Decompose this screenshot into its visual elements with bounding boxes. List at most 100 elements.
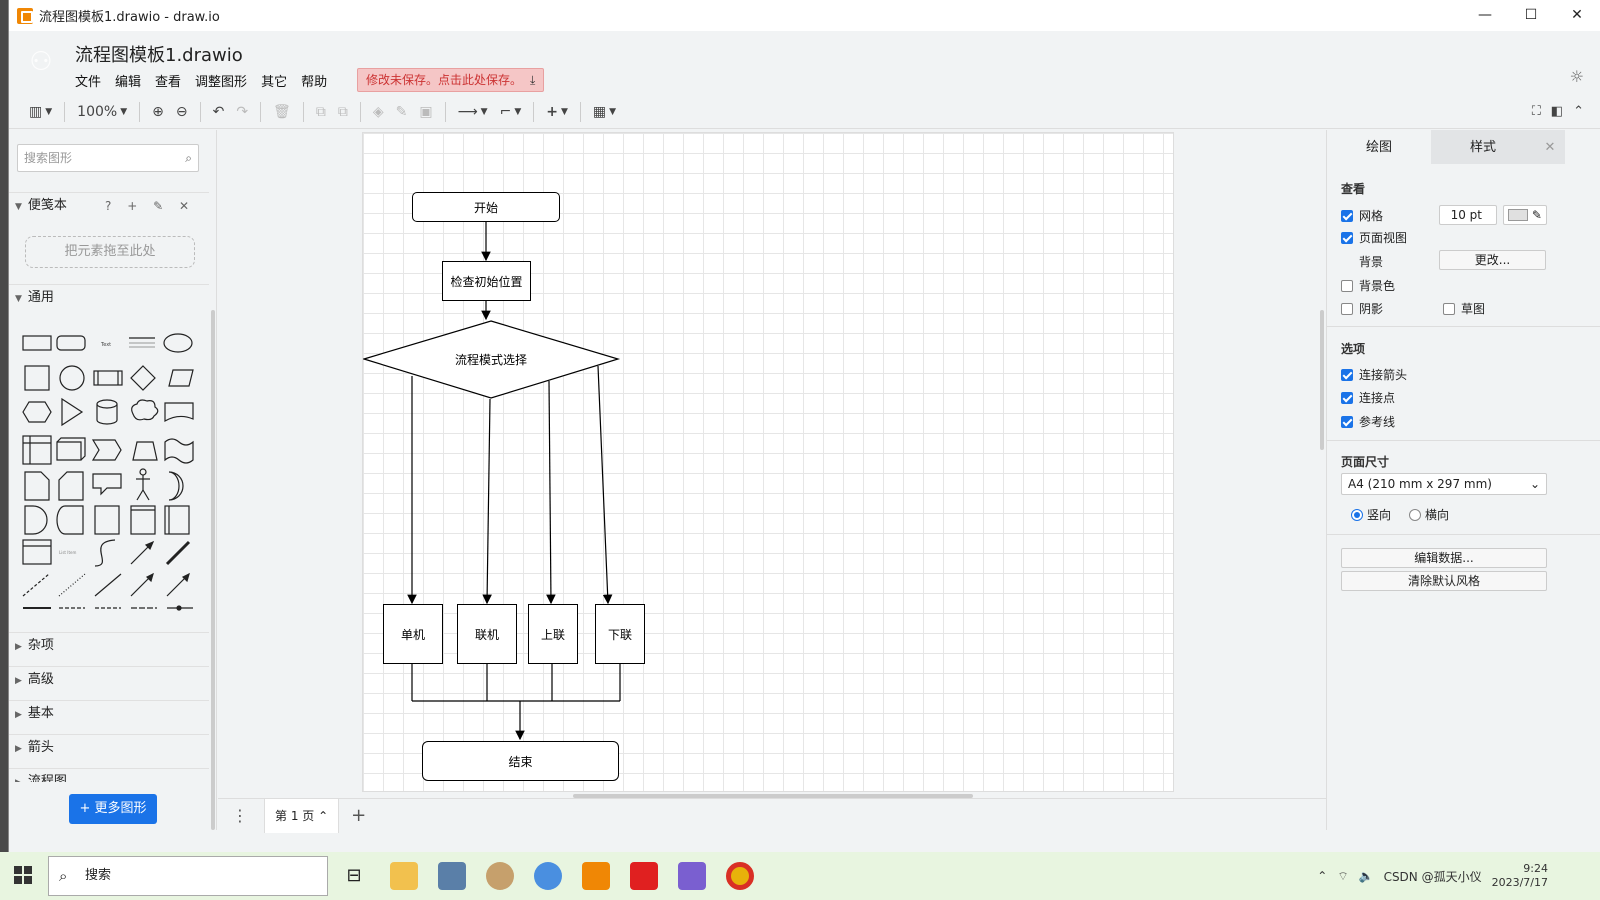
edit-data-button[interactable]: 编辑数据... xyxy=(1341,548,1547,568)
scratchpad-dropzone[interactable]: 把元素拖至此处 xyxy=(25,236,195,268)
table-icon[interactable]: ▦ ▼ xyxy=(593,104,616,120)
page-tab-1[interactable]: 第 1 页 ⌃ xyxy=(264,798,340,833)
general-section[interactable]: ▼ 通用 xyxy=(9,284,209,310)
menu-arrange[interactable]: 调整图形 xyxy=(195,71,247,90)
taskbar-search-input[interactable]: ⌕ 搜索 xyxy=(48,856,328,896)
start-node[interactable]: 开始 xyxy=(412,192,560,222)
clear-default-style-button[interactable]: 清除默认风格 xyxy=(1341,571,1547,591)
decision-label[interactable]: 流程模式选择 xyxy=(423,345,559,373)
connection-icon[interactable]: ⟶ ▼ xyxy=(458,104,488,120)
collapse-icon[interactable]: ⌃ xyxy=(1573,104,1584,119)
connect-arrows-checkbox[interactable]: 连接箭头 xyxy=(1341,366,1407,383)
redo-icon[interactable]: ↷ xyxy=(236,104,248,120)
shadow-icon[interactable]: ▣ xyxy=(419,104,432,120)
fill-color-icon[interactable]: ◈ xyxy=(373,104,384,120)
page-size-select[interactable]: A4 (210 mm x 297 mm) ⌄ xyxy=(1341,473,1547,495)
shape-palette[interactable]: Text List Item xyxy=(19,326,209,616)
end-node[interactable]: 结束 xyxy=(422,741,619,781)
downstream-node[interactable]: 下联 xyxy=(595,604,645,664)
bg-color-checkbox[interactable]: 背景色 xyxy=(1341,277,1395,294)
menu-view[interactable]: 查看 xyxy=(155,71,181,90)
shape-search-input[interactable]: 搜索图形 ⌕ xyxy=(17,144,199,172)
pages-menu-icon[interactable]: ⋮ xyxy=(232,806,248,825)
chrome-icon[interactable] xyxy=(726,862,754,890)
tab-diagram[interactable]: 绘图 xyxy=(1327,130,1431,164)
paint-icon[interactable] xyxy=(486,862,514,890)
diagram-canvas[interactable]: 开始 检查初始位置 流程模式选择 单机 联机 上联 下联 结束 xyxy=(218,130,1326,798)
edge-to-online xyxy=(482,398,492,605)
windows-start-icon[interactable] xyxy=(14,866,32,884)
misc-section[interactable]: ▶ 杂项 xyxy=(9,632,209,658)
unsaved-changes-button[interactable]: 修改未保存。点击此处保存。 ⤓ xyxy=(357,68,545,92)
menu-extras[interactable]: 其它 xyxy=(261,71,287,90)
background-label: 背景 xyxy=(1359,255,1384,269)
to-front-icon[interactable]: ⧉ xyxy=(316,104,326,120)
tab-style[interactable]: 样式 xyxy=(1431,130,1535,164)
online-node[interactable]: 联机 xyxy=(457,604,517,664)
menu-file[interactable]: 文件 xyxy=(75,71,101,90)
calculator-icon[interactable] xyxy=(438,862,466,890)
undo-icon[interactable]: ↶ xyxy=(213,104,225,120)
more-shapes-button[interactable]: + 更多图形 xyxy=(69,794,157,824)
add-page-icon[interactable]: + xyxy=(351,805,366,826)
upstream-node[interactable]: 上联 xyxy=(528,604,578,664)
theme-toggle-icon[interactable]: ☼ xyxy=(1570,67,1584,86)
check-position-node[interactable]: 检查初始位置 xyxy=(442,261,531,301)
zoom-out-icon[interactable]: ⊖ xyxy=(176,104,188,120)
tray-overflow-icon[interactable]: ⌃ xyxy=(1317,869,1327,883)
minimize-button[interactable]: — xyxy=(1462,0,1508,31)
diagram-page[interactable]: 开始 检查初始位置 流程模式选择 单机 联机 上联 下联 结束 xyxy=(362,132,1174,792)
waypoints-icon[interactable]: ⌐ ▼ xyxy=(500,104,522,120)
shape-sidebar: 搜索图形 ⌕ ▼ 便笺本? + ✎ ✕ 把元素拖至此处 ▼ 通用 Text Li… xyxy=(9,130,217,830)
guides-label: 参考线 xyxy=(1359,415,1396,429)
volume-icon[interactable]: 🔈 xyxy=(1359,869,1374,883)
sketch-checkbox[interactable]: 草图 xyxy=(1443,300,1485,317)
canvas-v-scrollbar[interactable] xyxy=(1320,310,1324,450)
window-title: 流程图模板1.drawio - draw.io xyxy=(39,10,220,25)
callout-shape xyxy=(92,473,122,496)
photos-icon[interactable] xyxy=(678,862,706,890)
maximize-button[interactable]: ☐ xyxy=(1508,0,1554,31)
page-size-value: A4 (210 mm x 297 mm) xyxy=(1348,477,1492,491)
connect-points-checkbox[interactable]: 连接点 xyxy=(1341,389,1395,406)
zoom-select[interactable]: 100% ▼ xyxy=(77,104,127,120)
grid-size-input[interactable]: 10 pt xyxy=(1439,205,1497,225)
grid-color-button[interactable]: ✎ xyxy=(1503,205,1547,225)
view-panels-button[interactable]: ▥ ▼ xyxy=(29,104,52,120)
menu-help[interactable]: 帮助 xyxy=(301,71,327,90)
format-panel-icon[interactable]: ◧ xyxy=(1551,104,1563,119)
app-icon[interactable] xyxy=(534,862,562,890)
file-name[interactable]: 流程图模板1.drawio xyxy=(75,41,243,67)
sidebar-scrollbar[interactable] xyxy=(211,310,215,830)
insert-icon[interactable]: + ▼ xyxy=(546,104,568,120)
portrait-radio[interactable]: 竖向 xyxy=(1351,506,1391,523)
file-explorer-icon[interactable] xyxy=(390,862,418,890)
delete-icon[interactable]: 🗑 xyxy=(273,104,291,120)
flowchart-section[interactable]: ▶流程图 xyxy=(9,768,209,782)
line-color-icon[interactable]: ✎ xyxy=(396,104,408,120)
close-panel-icon[interactable]: ✕ xyxy=(1535,130,1565,164)
landscape-radio[interactable]: 横向 xyxy=(1409,506,1449,523)
wps-icon[interactable] xyxy=(630,862,658,890)
clock[interactable]: 9:24 2023/7/17 xyxy=(1492,862,1548,890)
to-back-icon[interactable]: ⧉ xyxy=(338,104,348,120)
guides-checkbox[interactable]: 参考线 xyxy=(1341,413,1395,430)
drawio-taskbar-icon[interactable] xyxy=(582,862,610,890)
fullscreen-icon[interactable]: ⛶ xyxy=(1532,104,1541,119)
network-icon[interactable]: ⌔ xyxy=(1337,869,1348,884)
menu-edit[interactable]: 编辑 xyxy=(115,71,141,90)
grid-checkbox[interactable]: 网格 xyxy=(1341,207,1383,224)
task-view-icon[interactable]: ⊟ xyxy=(340,862,368,890)
standalone-node[interactable]: 单机 xyxy=(383,604,443,664)
arrows-section[interactable]: ▶ 箭头 xyxy=(9,734,209,760)
basic-section[interactable]: ▶ 基本 xyxy=(9,700,209,726)
close-button[interactable]: ✕ xyxy=(1554,0,1600,31)
advanced-section[interactable]: ▶ 高级 xyxy=(9,666,209,692)
zoom-in-icon[interactable]: ⊕ xyxy=(152,104,164,120)
page-view-checkbox[interactable]: 页面视图 xyxy=(1341,229,1407,246)
scratchpad-tools[interactable]: ? + ✎ ✕ xyxy=(105,193,195,219)
change-background-button[interactable]: 更改... xyxy=(1439,250,1546,270)
scratchpad-section[interactable]: ▼ 便笺本? + ✎ ✕ xyxy=(9,192,209,218)
landscape-label: 横向 xyxy=(1425,508,1450,522)
shadow-checkbox[interactable]: 阴影 xyxy=(1341,300,1383,317)
